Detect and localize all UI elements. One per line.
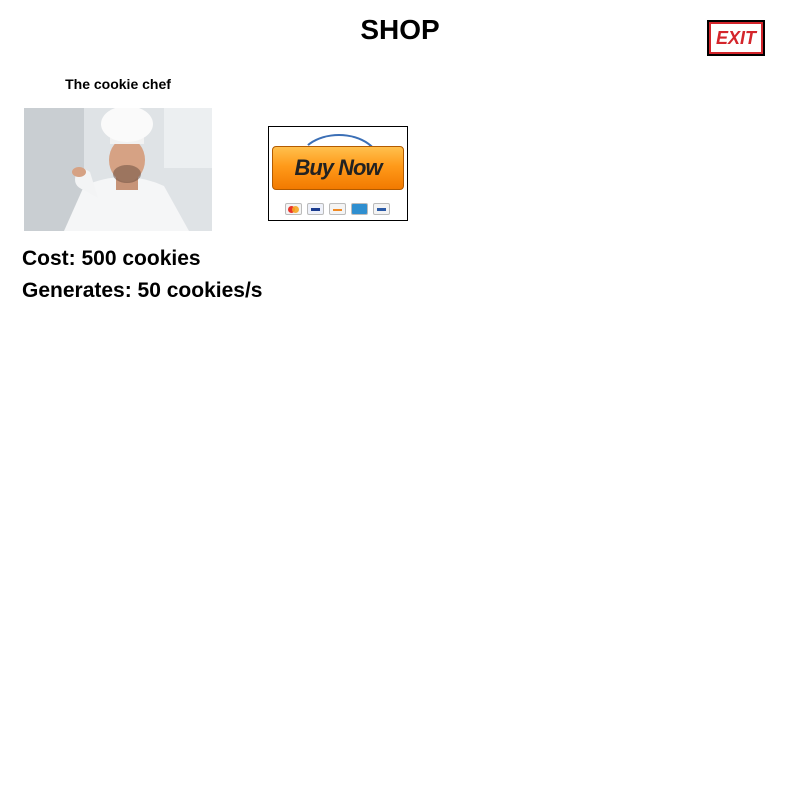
chef-image	[24, 108, 212, 231]
item-name: The cookie chef	[65, 76, 171, 92]
exit-button[interactable]: EXIT	[707, 20, 765, 56]
payment-icons	[285, 203, 390, 215]
amex-icon	[351, 203, 368, 215]
visa-icon	[307, 203, 324, 215]
item-generates: Generates: 50 cookies/s	[22, 279, 263, 302]
paypal-icon	[373, 203, 390, 215]
buy-now-button[interactable]: Buy Now	[268, 126, 408, 221]
exit-button-label: EXIT	[709, 22, 763, 54]
item-cost: Cost: 500 cookies	[22, 247, 201, 270]
mastercard-icon	[285, 203, 302, 215]
discover-icon	[329, 203, 346, 215]
buy-now-label: Buy Now	[272, 146, 404, 190]
shop-title: SHOP	[360, 14, 440, 45]
